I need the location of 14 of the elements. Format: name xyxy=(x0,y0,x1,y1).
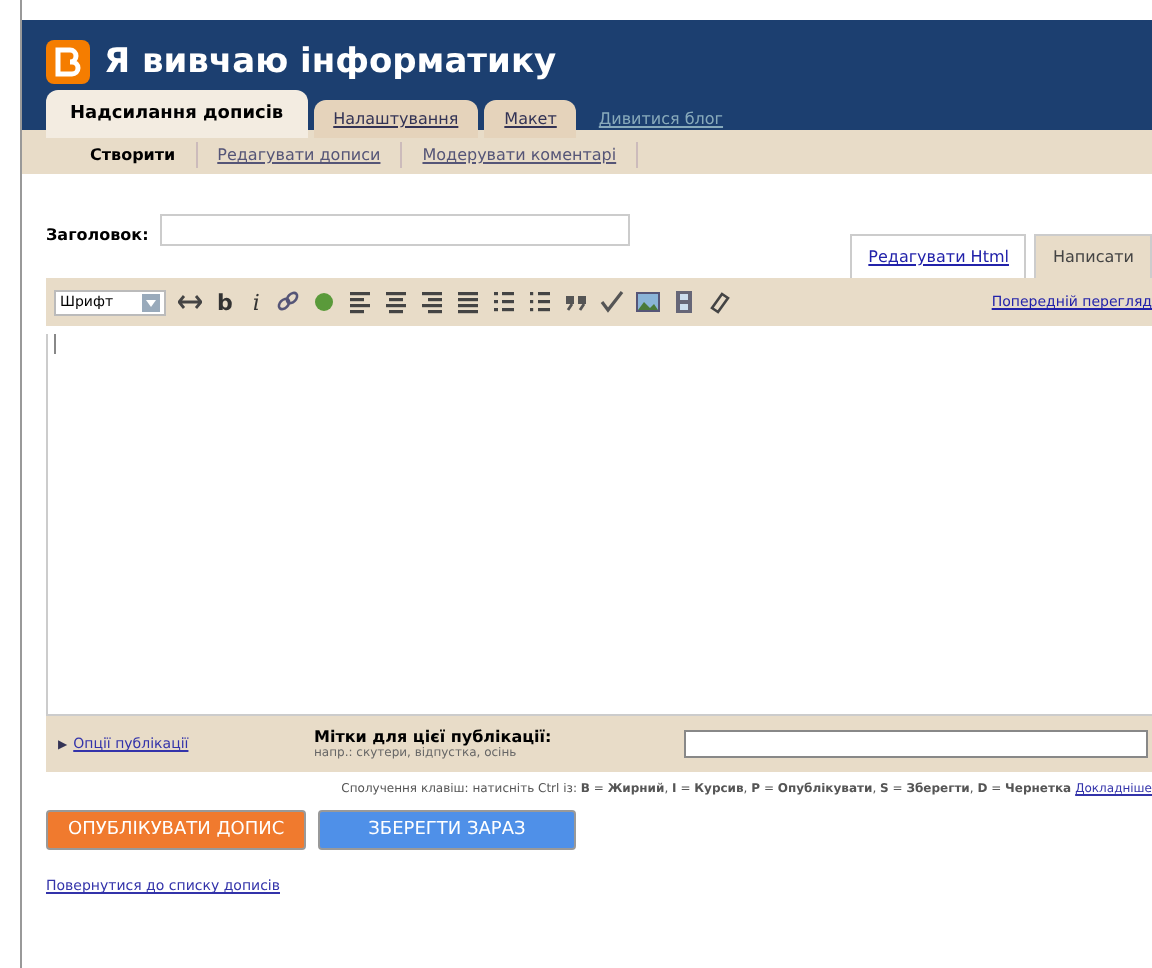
editor-mode-tab[interactable]: Написати xyxy=(1034,234,1152,278)
editor-mode-tab[interactable]: Редагувати Html xyxy=(850,234,1027,278)
bold-button[interactable]: b xyxy=(213,289,237,315)
subtab[interactable]: Модерувати коментарі xyxy=(402,142,639,168)
view-blog-link[interactable]: Дивитися блог xyxy=(582,100,740,138)
labels-title: Мітки для цієї публікації: xyxy=(314,728,554,746)
nav-tab[interactable]: Налаштування xyxy=(313,100,479,138)
nav-tab[interactable]: Надсилання дописів xyxy=(46,90,308,138)
italic-button[interactable]: i xyxy=(248,289,264,315)
title-label: Заголовок: xyxy=(46,226,149,244)
subtab[interactable]: Редагувати дописи xyxy=(197,142,403,168)
blog-title: Я вивчаю інформатику xyxy=(104,42,557,82)
subtab[interactable]: Створити xyxy=(70,142,198,168)
nav-tab[interactable]: Макет xyxy=(484,100,577,138)
